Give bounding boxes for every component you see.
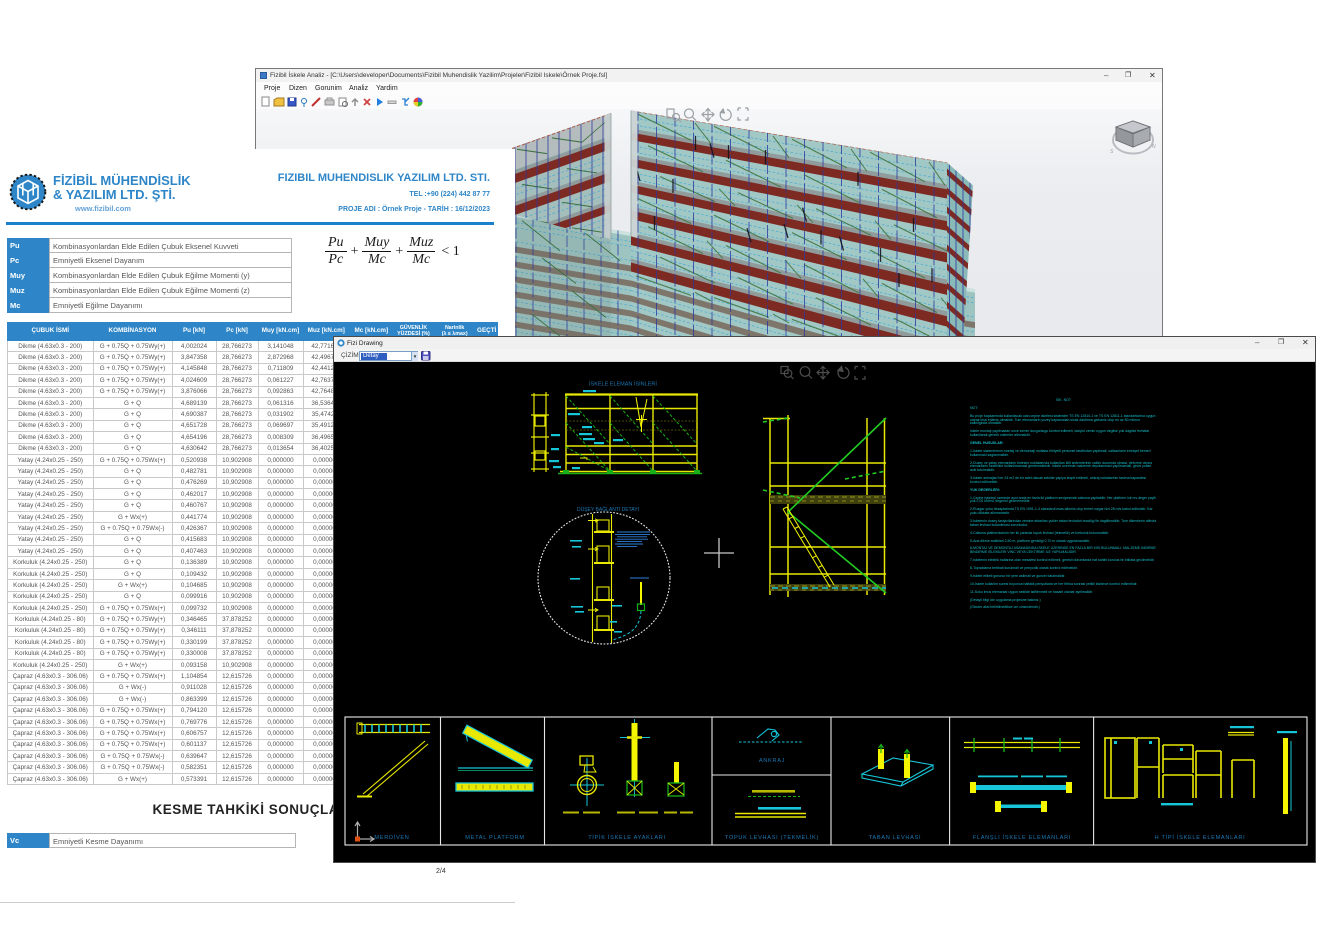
svg-text:S: S <box>1110 149 1114 155</box>
svg-text:FLANŞLI İSKELE ELEMANLARI: FLANŞLI İSKELE ELEMANLARI <box>973 834 1071 841</box>
svg-text:MERDİVEN: MERDİVEN <box>374 834 409 841</box>
svg-text:H TİPİ İSKELE ELEMANLARI: H TİPİ İSKELE ELEMANLARI <box>1155 834 1246 841</box>
svg-text:İSKELE ELEMAN İSİNLERİ: İSKELE ELEMAN İSİNLERİ <box>589 381 657 388</box>
svg-text:TABAN LEVHASI: TABAN LEVHASI <box>869 835 922 841</box>
svg-text:METAL PLATFORM: METAL PLATFORM <box>465 835 524 841</box>
svg-text:TİPİK İSKELE AYAKLARI: TİPİK İSKELE AYAKLARI <box>588 834 666 841</box>
svg-text:N: N <box>1152 144 1156 150</box>
svg-text:ANKRAJ: ANKRAJ <box>759 758 785 764</box>
svg-text:TOPUK LEVHASI (TEKMELİK): TOPUK LEVHASI (TEKMELİK) <box>725 834 819 841</box>
